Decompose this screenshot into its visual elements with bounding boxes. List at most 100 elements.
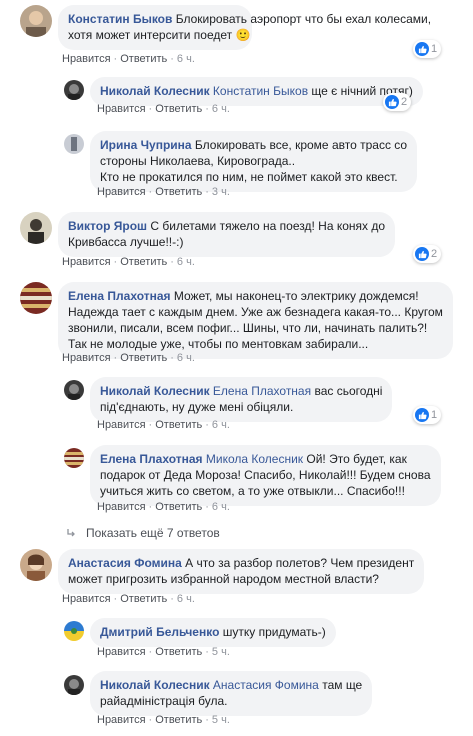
comment-time[interactable]: 3 ч.	[212, 186, 230, 198]
comment-time[interactable]: 5 ч.	[212, 714, 230, 726]
reply-button[interactable]: Ответить	[155, 501, 202, 513]
reply-button[interactable]: Ответить	[155, 103, 202, 115]
show-more-replies-link[interactable]: Показать ещё 7 ответов	[66, 526, 220, 540]
comment-bubble: Ирина Чуприна Блокировать все, кроме авт…	[90, 131, 418, 192]
comment-time[interactable]: 5 ч.	[212, 646, 230, 658]
comment-author[interactable]: Констатин Быков	[68, 12, 172, 26]
like-button[interactable]: Нравится	[62, 256, 111, 268]
thumbs-up-icon	[415, 42, 429, 56]
comment-text: вас сьогодні	[314, 384, 383, 398]
avatar[interactable]	[64, 134, 84, 154]
avatar[interactable]	[64, 80, 84, 100]
like-button[interactable]: Нравится	[97, 714, 146, 726]
reply-button[interactable]: Ответить	[120, 593, 167, 605]
like-button[interactable]: Нравится	[97, 103, 146, 115]
reaction-count[interactable]: 1	[413, 40, 442, 58]
comment-actions: Нравится · Ответить · 6 ч.	[62, 256, 195, 268]
comment-time[interactable]: 6 ч.	[212, 103, 230, 115]
comment-time[interactable]: 6 ч.	[177, 593, 195, 605]
comment-bubble: Анастасия Фомина А что за разбор полетов…	[58, 549, 425, 594]
comment-bubble: Дмитрий Бельченко шутку придумать-)	[90, 618, 336, 647]
comment-text: С билетами тяжело на поезд! На конях до	[150, 219, 386, 233]
reply-button[interactable]: Ответить	[155, 646, 202, 658]
like-button[interactable]: Нравится	[97, 419, 146, 431]
comment-text: А что за разбор полетов? Чем президент	[185, 556, 415, 570]
reaction-count[interactable]: 2	[383, 93, 412, 111]
mention-link[interactable]: Констатин Быков	[213, 84, 308, 98]
thumbs-up-icon	[415, 247, 429, 261]
comment-author[interactable]: Елена Плахотная	[68, 289, 171, 303]
comment-time[interactable]: 6 ч.	[177, 256, 195, 268]
comment-actions: Нравится · Ответить · 6 ч.	[62, 53, 195, 65]
mention-link[interactable]: Анастасия Фомина	[213, 678, 319, 692]
comment-bubble: Николай Колесник Анастасия Фомина там ще…	[90, 671, 373, 716]
comment-actions: Нравится · Ответить · 5 ч.	[97, 714, 230, 726]
comment-text: подарок от Деда Мороза! Спасибо, Николай…	[100, 468, 431, 482]
comment-bubble: Николай Колесник Елена Плахотная вас сьо…	[90, 377, 393, 422]
comment-text: может пригрозить избранной народом местн…	[68, 572, 379, 586]
comment-actions: Нравится · Ответить · 6 ч.	[62, 352, 195, 364]
comment-author[interactable]: Ирина Чуприна	[100, 138, 192, 152]
thumbs-up-icon	[415, 408, 429, 422]
comment-text: Может, мы наконец-то электрику дождемся!	[173, 289, 419, 303]
comment-author[interactable]: Николай Колесник	[100, 678, 210, 692]
avatar[interactable]	[64, 448, 84, 468]
comment-text: там ще	[322, 678, 363, 692]
avatar[interactable]	[20, 549, 52, 581]
mention-link[interactable]: Микола Колесник	[206, 452, 303, 466]
comment-time[interactable]: 6 ч.	[177, 53, 195, 65]
like-button[interactable]: Нравится	[97, 501, 146, 513]
comment-author[interactable]: Николай Колесник	[100, 84, 210, 98]
like-button[interactable]: Нравится	[97, 186, 146, 198]
comment-text: Кто не прокатился по ним, не поймет како…	[100, 170, 398, 184]
avatar[interactable]	[64, 621, 84, 641]
reaction-count[interactable]: 2	[413, 245, 442, 263]
avatar[interactable]	[64, 380, 84, 400]
comment-text: Так не молодые уже, чтобы по ментовкам з…	[68, 337, 369, 351]
reply-arrow-icon	[67, 529, 75, 537]
comment-time[interactable]: 6 ч.	[212, 501, 230, 513]
comment-text: учиться жить со светом, а то уже отвыкли…	[100, 484, 405, 498]
mention-link[interactable]: Елена Плахотная	[213, 384, 311, 398]
comment-time[interactable]: 6 ч.	[177, 352, 195, 364]
comment-actions: Нравится · Ответить · 6 ч.	[97, 419, 230, 431]
comment-time[interactable]: 6 ч.	[212, 419, 230, 431]
comment-actions: Нравится · Ответить · 6 ч.	[97, 501, 230, 513]
show-more-replies-label: Показать ещё 7 ответов	[86, 526, 220, 540]
like-button[interactable]: Нравится	[62, 53, 111, 65]
comment-text: Надежда тает с каждым днем. Уже аж безна…	[68, 305, 443, 319]
comment-author[interactable]: Виктор Ярош	[68, 219, 147, 233]
like-button[interactable]: Нравится	[97, 646, 146, 658]
comment-text: звонили, писали, всем пофиг... Шины, что…	[68, 321, 428, 335]
comment-text: Блокировать все, кроме авто трасс со	[194, 138, 408, 152]
reply-button[interactable]: Ответить	[155, 186, 202, 198]
reply-button[interactable]: Ответить	[120, 352, 167, 364]
reply-button[interactable]: Ответить	[120, 53, 167, 65]
like-button[interactable]: Нравится	[62, 593, 111, 605]
reaction-count[interactable]: 1	[413, 406, 442, 424]
reply-button[interactable]: Ответить	[120, 256, 167, 268]
comment-bubble: Елена Плахотная Может, мы наконец-то эле…	[58, 282, 453, 359]
comment-text: хотя может интерсити поедет 🙂	[68, 28, 251, 42]
comment-author[interactable]: Дмитрий Бельченко	[100, 625, 219, 639]
comment-text: під'єднають, ну дуже мені обіцяли.	[100, 400, 294, 414]
avatar[interactable]	[20, 282, 52, 314]
comment-bubble: Виктор Ярош С билетами тяжело на поезд! …	[58, 212, 396, 257]
comment-text: райадміністрація була.	[100, 694, 228, 708]
comment-author[interactable]: Анастасия Фомина	[68, 556, 182, 570]
comment-author[interactable]: Николай Колесник	[100, 384, 210, 398]
comment-bubble: Елена Плахотная Микола Колесник Ой! Это …	[90, 445, 441, 506]
comment-actions: Нравится · Ответить · 3 ч.	[97, 186, 230, 198]
comment-author[interactable]: Елена Плахотная	[100, 452, 203, 466]
like-button[interactable]: Нравится	[62, 352, 111, 364]
comment-text: стороны Николаева, Кировограда..	[100, 154, 296, 168]
avatar[interactable]	[20, 5, 52, 37]
comment-actions: Нравится · Ответить · 6 ч.	[62, 593, 195, 605]
reply-button[interactable]: Ответить	[155, 714, 202, 726]
comment-text: шутку придумать-)	[222, 625, 326, 639]
comment-actions: Нравится · Ответить · 6 ч.	[97, 103, 230, 115]
avatar[interactable]	[20, 212, 52, 244]
comment-bubble: Констатин Быков Блокировать аэропорт что…	[58, 5, 431, 50]
avatar[interactable]	[64, 675, 84, 695]
reply-button[interactable]: Ответить	[155, 419, 202, 431]
